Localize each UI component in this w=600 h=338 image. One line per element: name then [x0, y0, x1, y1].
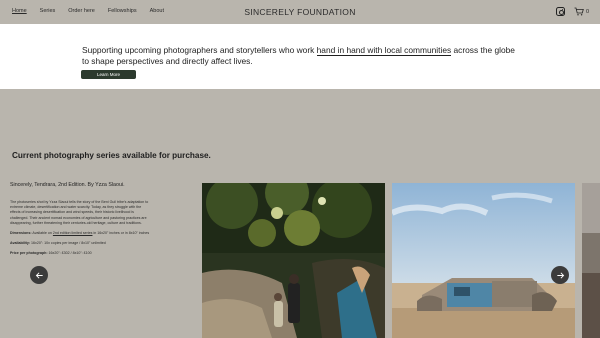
dimensions-post: in 16x20" inches or in 8x10" inches — [92, 231, 150, 236]
series-section-title: Current photography series available for… — [12, 151, 211, 160]
dimensions-pre: Available on — [31, 231, 53, 236]
series-photo-forest[interactable] — [202, 183, 385, 338]
series-card-title: Sincerely, Tendrara, 2nd Edition. By Yzz… — [10, 182, 125, 188]
availability-value: 16x20": 10x copies per image / 8x10" unl… — [30, 241, 106, 246]
dimensions-label: Dimensions: — [10, 231, 32, 236]
arrow-left-icon — [35, 271, 43, 279]
series-card-price: Price per photograph: 16x20": £302 / 8x1… — [10, 251, 150, 256]
hero-section: Supporting upcoming photographers and st… — [0, 24, 600, 89]
series-photo-desert[interactable] — [392, 183, 575, 338]
hero-text-before: Supporting upcoming photographers and st… — [82, 45, 317, 55]
availability-label: Availability: — [10, 241, 31, 246]
forest-scene-image — [202, 183, 385, 338]
series-photo-next[interactable] — [582, 183, 600, 338]
price-value: 16x20": £302 / 8x10": £100 — [47, 251, 92, 256]
cart-icon — [574, 7, 584, 16]
hero-text: Supporting upcoming photographers and st… — [82, 45, 522, 67]
desert-scene-image — [392, 183, 575, 338]
next-photo-image — [582, 183, 600, 338]
cart-button[interactable]: 0 — [574, 7, 589, 16]
price-label: Price per photograph: — [10, 251, 48, 256]
hero-text-highlight: hand in hand with local communities — [316, 45, 452, 56]
series-card-dimensions: Dimensions: Available on 2nd edition lim… — [10, 231, 150, 236]
site-header: Home Series Order here Fellowships About… — [0, 0, 600, 24]
carousel-next-button[interactable] — [551, 266, 569, 284]
edition-link[interactable]: 2nd edition limited series — [53, 231, 93, 235]
series-card-description: The photoseries shot by Yzza Slaoui tell… — [10, 200, 149, 225]
carousel-prev-button[interactable] — [30, 266, 48, 284]
arrow-right-icon — [556, 271, 564, 279]
learn-more-button[interactable]: Learn More — [81, 70, 136, 79]
series-card-availability: Availability: 16x20": 10x copies per ima… — [10, 241, 150, 246]
site-brand[interactable]: SINCERELY FOUNDATION — [0, 7, 600, 17]
cart-count: 0 — [586, 8, 590, 15]
instagram-icon[interactable] — [556, 7, 565, 16]
series-card: Sincerely, Tendrara, 2nd Edition. By Yzz… — [10, 182, 150, 262]
